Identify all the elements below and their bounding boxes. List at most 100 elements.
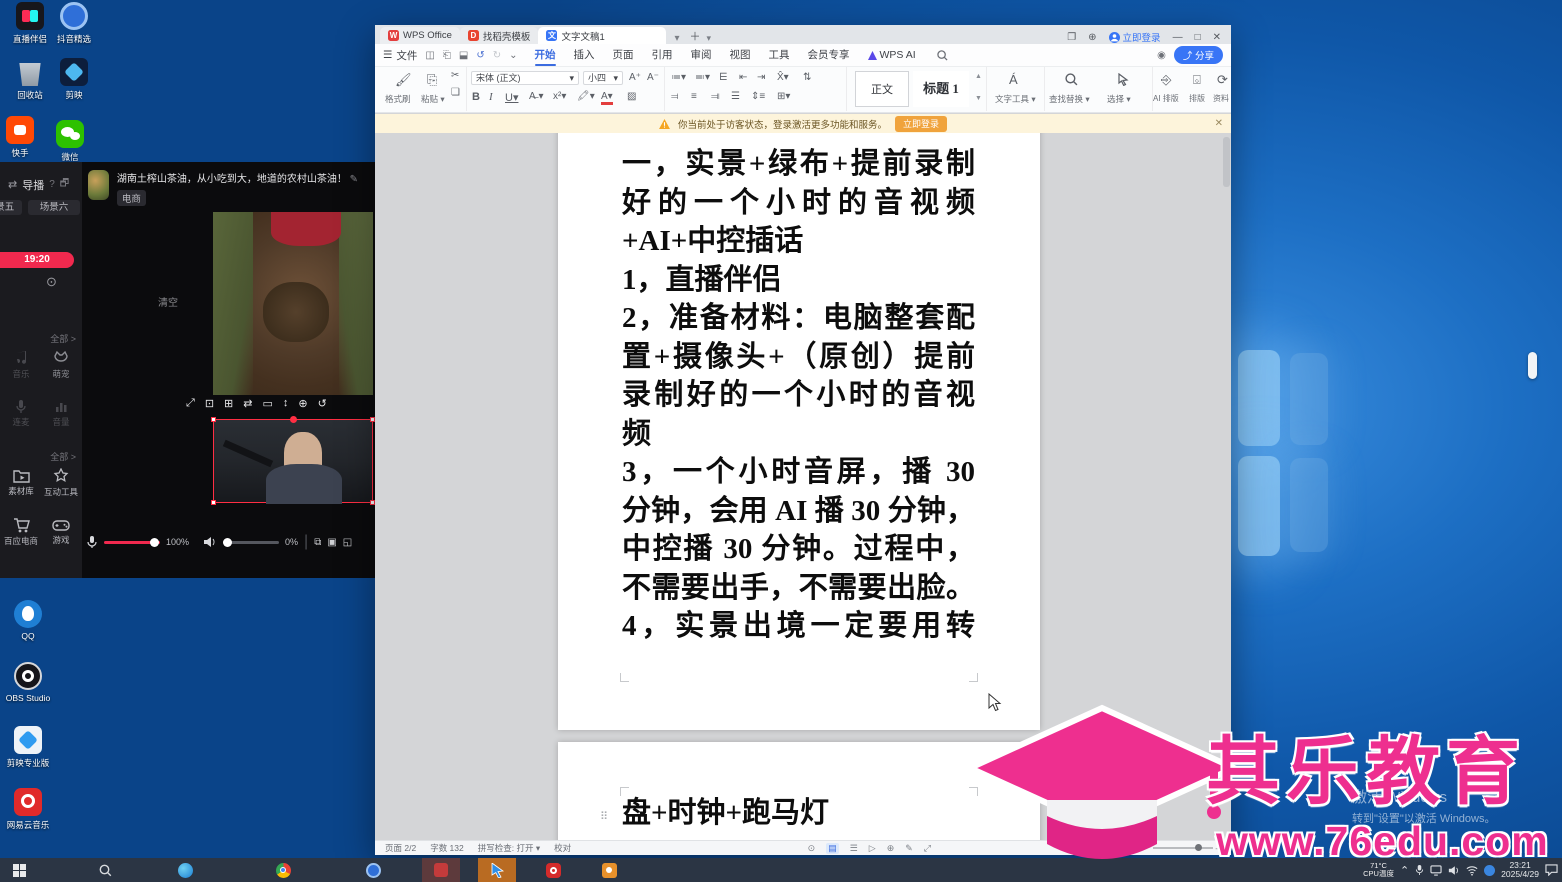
format-painter-label[interactable]: 格式刷 (385, 93, 411, 105)
file-menu[interactable]: ☰ 文件 (383, 48, 417, 63)
tray-app-icon[interactable] (1484, 865, 1495, 876)
taskbar-app-live-companion-active[interactable] (478, 858, 516, 882)
style-heading1[interactable]: 标题 1 (913, 71, 969, 107)
tool-audio-level[interactable]: 音量 (41, 398, 81, 428)
bullets-icon[interactable]: ≔▾ (671, 72, 686, 83)
desktop-icon-douyin-select[interactable]: 抖音精选 (48, 2, 100, 45)
tab-list-icon[interactable]: ▾ (674, 33, 679, 44)
status-wordcount[interactable]: 字数 132 (430, 842, 464, 854)
taskbar-app-orange[interactable] (590, 858, 628, 882)
tool-mic-link[interactable]: 连麦 (1, 398, 41, 428)
font-name-select[interactable]: 宋体 (正文)▾ (471, 71, 579, 85)
banner-close-icon[interactable]: ✕ (1215, 118, 1223, 129)
tray-network-icon[interactable] (1466, 865, 1478, 876)
section-all-2[interactable]: 全部 > (0, 450, 76, 463)
paragraph-drag-handle[interactable]: ⠿ (600, 810, 609, 823)
desktop-icon-jianying-pro[interactable]: 剪映专业版 (2, 726, 54, 769)
indent-increase-icon[interactable]: ⇥ (757, 72, 765, 83)
align-right-icon[interactable]: ⫥ (711, 91, 720, 102)
tool-game[interactable]: 游戏 (41, 518, 81, 546)
desktop-icon-wechat[interactable]: 微信 (44, 120, 96, 163)
tool-interactive[interactable]: 互动工具 (41, 468, 81, 498)
maximize-button[interactable]: □ (1195, 32, 1201, 43)
tab-document[interactable]: 文 文字文稿1 (538, 27, 666, 44)
tab-wps-home[interactable]: W WPS Office (380, 27, 460, 44)
typeset-label[interactable]: 排版 (1189, 93, 1205, 104)
ai-layout-label[interactable]: AI 排版 (1153, 93, 1179, 104)
banner-login-button[interactable]: 立即登录 (895, 116, 947, 132)
fullscreen-view-icon[interactable]: ⤢ (924, 843, 931, 854)
numbering-icon[interactable]: ≕▾ (695, 72, 710, 83)
line-spacing-icon[interactable]: ⇕≡ (751, 91, 765, 102)
tool-ecommerce[interactable]: 百应电商 (1, 518, 41, 547)
edit-icon[interactable]: ✎ (350, 174, 358, 185)
text-tools-icon[interactable]: Á (1009, 72, 1018, 87)
paste-icon[interactable]: ⎘ (427, 72, 437, 88)
strikethrough-icon[interactable]: A̶ ▾ (529, 91, 543, 102)
preview-video-main[interactable] (213, 212, 373, 395)
view-eye-icon[interactable]: ⊙ (808, 843, 816, 854)
status-proofread[interactable]: 校对 (554, 842, 571, 854)
reading-mode-icon[interactable]: ◉ (1157, 50, 1166, 61)
desktop-icon-kuaishou[interactable]: 快手 (0, 116, 46, 159)
desktop-icon-qq[interactable]: QQ (2, 600, 54, 641)
scene-tab-5[interactable]: 场景五 (0, 200, 22, 215)
borders-icon[interactable]: ⊞▾ (777, 91, 790, 102)
decrease-font-icon[interactable]: A⁻ (647, 72, 659, 83)
pip-icon[interactable]: ◱ (343, 537, 352, 548)
export-icon[interactable]: ⬓ (459, 50, 468, 61)
share-button[interactable]: ⤴ 分享 (1174, 46, 1223, 64)
edge-slider-handle[interactable] (1528, 352, 1537, 379)
format-painter-icon[interactable]: 🖌 (395, 72, 412, 88)
center-icon[interactable]: ⊕ (298, 397, 307, 410)
increase-font-icon[interactable]: A⁺ (629, 72, 641, 83)
status-spellcheck[interactable]: 拼写检查: 打开 ▾ (478, 842, 540, 854)
minimize-button[interactable]: — (1173, 32, 1183, 43)
help-icon[interactable]: ? (49, 179, 55, 190)
tray-display-icon[interactable] (1430, 865, 1442, 876)
cut-icon[interactable]: ✂ (451, 70, 459, 81)
align-left-icon[interactable]: ⫤ (671, 91, 679, 102)
save-icon[interactable]: ◫ (425, 50, 434, 61)
record-target-icon[interactable]: ⊙ (46, 274, 57, 290)
layout-icon[interactable]: ❐ (1067, 32, 1076, 43)
fit-icon[interactable]: ⊡ (205, 397, 214, 410)
flip-icon[interactable]: ⇄ (243, 397, 252, 410)
copy-icon[interactable]: ❏ (451, 87, 460, 98)
start-button[interactable] (0, 858, 38, 882)
section-all-1[interactable]: 全部 > (0, 332, 76, 345)
snapshot-icon[interactable]: ⧉ (314, 537, 321, 548)
menu-tab-view[interactable]: 视图 (721, 44, 760, 67)
justify-icon[interactable]: ☰ (731, 91, 740, 102)
font-size-select[interactable]: 小四▾ (583, 71, 623, 85)
desktop-icon-obs[interactable]: OBS Studio (2, 662, 54, 703)
tray-volume-icon[interactable] (1448, 865, 1460, 876)
select-label[interactable]: 选择 ▾ (1107, 93, 1131, 105)
shading-icon[interactable]: ▨ (627, 91, 636, 102)
speaker-volume-slider[interactable] (223, 541, 279, 544)
fullscreen-icon[interactable]: ⤢ (186, 397, 195, 410)
menu-tab-reference[interactable]: 引用 (643, 44, 682, 67)
styles-down-icon[interactable]: ▼ (975, 95, 982, 102)
style-normal[interactable]: 正文 (855, 71, 909, 107)
align-center-icon[interactable]: ≡ (691, 91, 697, 102)
rotate-icon[interactable]: ↺ (318, 397, 327, 410)
resource-icon[interactable]: ⟳ (1217, 72, 1228, 88)
paste-label[interactable]: 粘贴 ▾ (421, 93, 445, 105)
new-tab-icon[interactable]: ＋ (689, 28, 700, 44)
tool-pet[interactable]: 萌宠 (41, 350, 81, 380)
redo-icon[interactable]: ↻ (493, 50, 501, 61)
ai-layout-icon[interactable]: ⎆ (1161, 72, 1171, 88)
menu-tab-wps-ai[interactable]: WPS AI (859, 44, 925, 67)
find-replace-icon[interactable] (1065, 73, 1078, 86)
monitor-icon[interactable]: ▣ (327, 537, 336, 548)
selection-rotate-handle[interactable] (290, 416, 297, 423)
edit-pen-icon[interactable]: ✎ (905, 843, 913, 854)
director-toggle[interactable]: ⇄ 导播 ? 🗗 (8, 176, 69, 193)
taskbar-app-blue[interactable] (354, 858, 392, 882)
grid-icon[interactable]: ⊞ (224, 397, 233, 410)
menu-tab-home[interactable]: 开始 (526, 44, 565, 67)
sort-icon[interactable]: ⇅ (803, 72, 811, 83)
view-read-icon[interactable]: ▷ (869, 843, 876, 854)
indent-decrease-icon[interactable]: ⇤ (739, 72, 747, 83)
